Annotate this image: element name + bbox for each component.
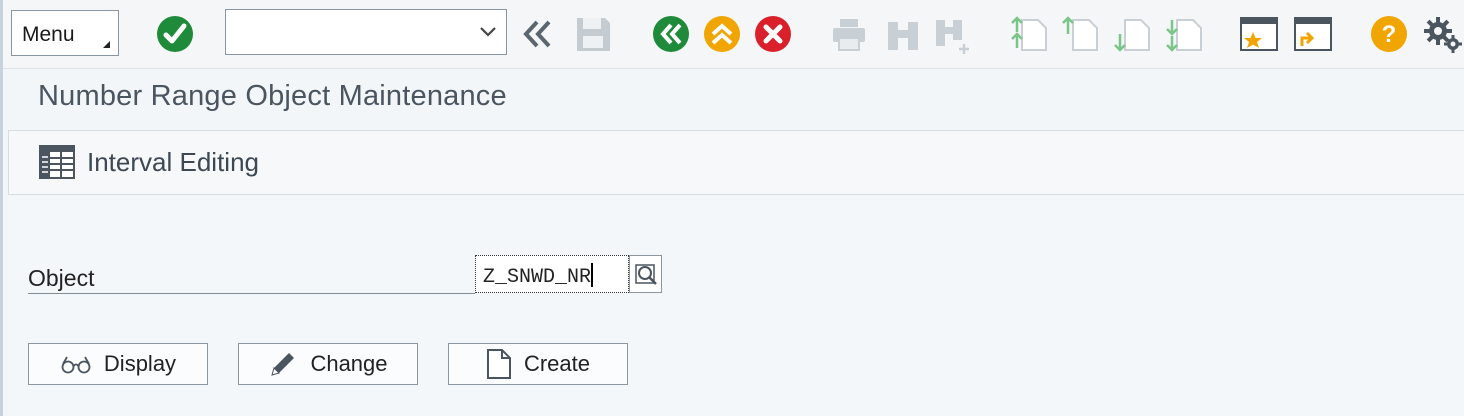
glasses-icon [61, 356, 91, 374]
menu-corner-triangle-icon [103, 41, 110, 48]
interval-editing-button[interactable]: Interval Editing [39, 145, 259, 179]
interval-editing-label: Interval Editing [87, 146, 259, 177]
text-cursor [591, 263, 594, 287]
shortcut-icon[interactable] [1293, 14, 1333, 54]
exit-icon[interactable] [702, 14, 742, 54]
object-input-value: Z_SNWD_NR [483, 266, 592, 289]
application-toolbar: Interval Editing [8, 131, 1464, 195]
back-icon[interactable] [651, 14, 691, 54]
create-button-label: Create [523, 351, 591, 376]
object-label: Object [28, 263, 475, 294]
menu-button[interactable]: Menu [11, 10, 119, 56]
pencil-icon [271, 353, 295, 376]
main-content: Object Z_SNWD_NR Display Change Create [8, 195, 1464, 416]
value-help-icon [635, 264, 657, 285]
object-input[interactable]: Z_SNWD_NR [475, 255, 629, 293]
last-page-icon[interactable] [1165, 14, 1205, 54]
previous-page-icon[interactable] [1061, 14, 1101, 54]
command-field[interactable] [225, 9, 507, 55]
collapse-icon[interactable] [517, 14, 557, 54]
cancel-icon[interactable] [753, 14, 793, 54]
create-button[interactable]: Create [448, 343, 628, 385]
help-icon[interactable]: ? [1369, 14, 1409, 54]
find-next-icon[interactable] [933, 14, 973, 54]
next-page-icon[interactable] [1113, 14, 1153, 54]
new-session-icon[interactable] [1239, 14, 1279, 54]
find-icon[interactable] [883, 14, 923, 54]
first-page-icon[interactable] [1010, 14, 1050, 54]
svg-text:?: ? [1382, 21, 1397, 48]
settings-icon[interactable] [1423, 14, 1463, 54]
page-title: Number Range Object Maintenance [38, 80, 507, 112]
display-button[interactable]: Display [28, 343, 208, 385]
display-button-label: Display [103, 351, 177, 376]
save-icon[interactable] [573, 14, 613, 54]
enter-icon[interactable] [155, 14, 195, 54]
print-icon[interactable] [829, 14, 869, 54]
dropdown-icon[interactable] [478, 22, 498, 42]
command-input[interactable] [226, 10, 482, 54]
object-value-help-button[interactable] [629, 255, 662, 293]
change-button-label: Change [310, 351, 388, 376]
system-toolbar: Menu ? [3, 0, 1464, 69]
interval-editing-icon [39, 145, 75, 179]
new-document-icon [486, 349, 511, 379]
menu-button-label: Menu [22, 23, 75, 46]
change-button[interactable]: Change [238, 343, 418, 385]
